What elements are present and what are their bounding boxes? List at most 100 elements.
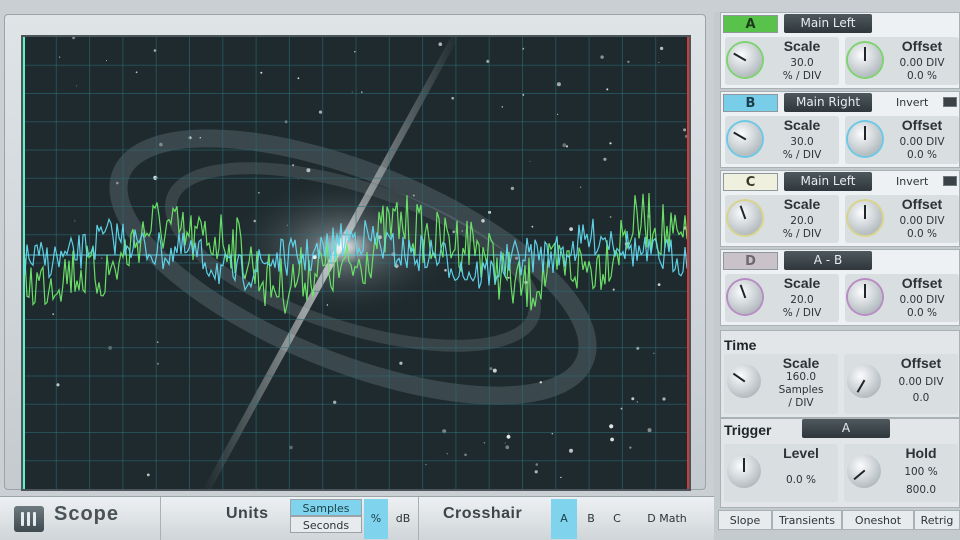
time-offset-pct: 0.0 — [912, 392, 930, 404]
channel-c-offset-pct: 0.0 % — [906, 228, 937, 240]
channel-a-block: A Main Left Scale 30.0 % / DIV Offset 0.… — [720, 12, 960, 89]
channel-a-toggle[interactable]: A — [723, 15, 778, 33]
trigger-level-title: Level — [783, 445, 819, 461]
trigger-mode-transients[interactable]: Transients — [772, 510, 842, 530]
channel-d-block: D A - B Scale 20.0 % / DIV Offset 0.00 D… — [720, 249, 960, 326]
channel-c-offset-div: 0.00 DIV — [899, 215, 945, 227]
units-percent-button[interactable]: % — [364, 499, 388, 539]
channel-c-scale-value: 20.0 — [790, 215, 814, 227]
units-samples-button[interactable]: Samples — [290, 499, 362, 516]
right-panel: A Main Left Scale 30.0 % / DIV Offset 0.… — [714, 12, 960, 540]
left-edge-marker — [23, 37, 25, 489]
scope-display[interactable] — [21, 35, 691, 491]
channel-b-scale-value: 30.0 — [790, 136, 814, 148]
trigger-hold-value: 800.0 — [905, 484, 937, 496]
crosshair-label: Crosshair — [443, 505, 523, 522]
offset-title: Offset — [901, 117, 943, 133]
channel-c-source-select[interactable]: Main Left — [784, 172, 872, 191]
channel-b-offset-control: Offset 0.00 DIV 0.0 % — [845, 116, 959, 164]
channel-d-offset-div: 0.00 DIV — [899, 294, 945, 306]
time-scale-unit2: / DIV — [788, 397, 814, 409]
channel-c-scale-knob[interactable] — [728, 201, 762, 235]
time-offset-control: Offset 0.00 DIV 0.0 — [844, 354, 958, 414]
trigger-level-knob[interactable] — [727, 454, 761, 488]
channel-b-scale-unit: % / DIV — [782, 149, 822, 161]
channel-d-offset-knob[interactable] — [848, 280, 882, 314]
crosshair-a-button[interactable]: A — [551, 499, 577, 539]
scale-title: Scale — [783, 196, 821, 212]
units-label: Units — [226, 505, 269, 522]
channel-a-scale-value: 30.0 — [790, 57, 814, 69]
time-scale-title: Scale — [782, 355, 820, 371]
channel-d-toggle[interactable]: D — [723, 252, 778, 270]
trigger-hold-knob[interactable] — [847, 454, 881, 488]
trigger-hold-pct: 100 % — [904, 466, 938, 478]
trigger-title: Trigger — [724, 422, 772, 438]
plugin-title: Scope — [54, 503, 120, 525]
offset-title: Offset — [901, 275, 943, 291]
channel-b-scale-control: Scale 30.0 % / DIV — [725, 116, 839, 164]
channel-c-invert-label: Invert — [896, 175, 929, 188]
channel-c-toggle[interactable]: C — [723, 173, 778, 191]
time-offset-knob[interactable] — [847, 364, 881, 398]
scope-trace-canvas — [23, 37, 689, 489]
channel-a-scale-unit: % / DIV — [782, 70, 822, 82]
channel-d-scale-knob[interactable] — [728, 280, 762, 314]
channel-b-offset-knob[interactable] — [848, 122, 882, 156]
trigger-hold-title: Hold — [905, 445, 937, 461]
channel-a-offset-control: Offset 0.00 DIV 0.0 % — [845, 37, 959, 85]
channel-d-offset-control: Offset 0.00 DIV 0.0 % — [845, 274, 959, 322]
channel-b-source-select[interactable]: Main Right — [784, 93, 872, 112]
channel-d-offset-pct: 0.0 % — [906, 307, 937, 319]
channel-a-source-select[interactable]: Main Left — [784, 14, 872, 33]
channel-a-offset-knob[interactable] — [848, 43, 882, 77]
channel-b-block: B Main Right Invert Scale 30.0 % / DIV O… — [720, 91, 960, 168]
presonus-logo-icon — [14, 506, 44, 532]
scale-title: Scale — [783, 117, 821, 133]
channel-d-source-select[interactable]: A - B — [784, 251, 872, 270]
channel-c-scale-control: Scale 20.0 % / DIV — [725, 195, 839, 243]
channel-a-scale-knob[interactable] — [728, 43, 762, 77]
channel-c-block: C Main Left Invert Scale 20.0 % / DIV Of… — [720, 170, 960, 247]
channel-b-toggle[interactable]: B — [723, 94, 778, 112]
offset-title: Offset — [901, 38, 943, 54]
trigger-source-select[interactable]: A — [802, 419, 890, 438]
channel-c-offset-knob[interactable] — [848, 201, 882, 235]
d-math-button[interactable]: D Math — [632, 499, 702, 539]
bottom-bar: Scope Units Samples Seconds % dB Crossha… — [0, 496, 714, 540]
time-offset-div: 0.00 DIV — [898, 376, 944, 388]
trigger-level-value: 0.0 % — [785, 474, 816, 486]
channel-a-offset-div: 0.00 DIV — [899, 57, 945, 69]
channel-d-scale-unit: % / DIV — [782, 307, 822, 319]
channel-d-scale-value: 20.0 — [790, 294, 814, 306]
time-scale-value: 160.0 — [785, 371, 817, 383]
trigger-level-control: Level 0.0 % — [724, 444, 838, 502]
channel-b-invert-toggle[interactable] — [943, 97, 957, 107]
right-edge-marker — [687, 37, 689, 489]
channel-b-invert-label: Invert — [896, 96, 929, 109]
time-scale-knob[interactable] — [727, 364, 761, 398]
offset-title: Offset — [901, 196, 943, 212]
time-title: Time — [724, 337, 757, 353]
channel-b-offset-div: 0.00 DIV — [899, 136, 945, 148]
units-seconds-button[interactable]: Seconds — [290, 516, 362, 533]
channel-c-offset-control: Offset 0.00 DIV 0.0 % — [845, 195, 959, 243]
trigger-mode-slope[interactable]: Slope — [718, 510, 772, 530]
channel-b-offset-pct: 0.0 % — [906, 149, 937, 161]
channel-a-offset-pct: 0.0 % — [906, 70, 937, 82]
channel-c-invert-toggle[interactable] — [943, 176, 957, 186]
units-db-button[interactable]: dB — [390, 499, 416, 539]
crosshair-b-button[interactable]: B — [579, 499, 603, 539]
trigger-hold-control: Hold 100 % 800.0 — [844, 444, 958, 502]
channel-b-scale-knob[interactable] — [728, 122, 762, 156]
trigger-mode-oneshot[interactable]: Oneshot — [842, 510, 914, 530]
time-offset-title: Offset — [900, 355, 942, 371]
channel-d-scale-control: Scale 20.0 % / DIV — [725, 274, 839, 322]
channel-a-scale-control: Scale 30.0 % / DIV — [725, 37, 839, 85]
crosshair-c-button[interactable]: C — [605, 499, 629, 539]
scale-title: Scale — [783, 275, 821, 291]
scale-title: Scale — [783, 38, 821, 54]
time-scale-control: Scale 160.0 Samples / DIV — [724, 354, 838, 414]
trigger-mode-retrig[interactable]: Retrig — [914, 510, 960, 530]
channel-c-scale-unit: % / DIV — [782, 228, 822, 240]
